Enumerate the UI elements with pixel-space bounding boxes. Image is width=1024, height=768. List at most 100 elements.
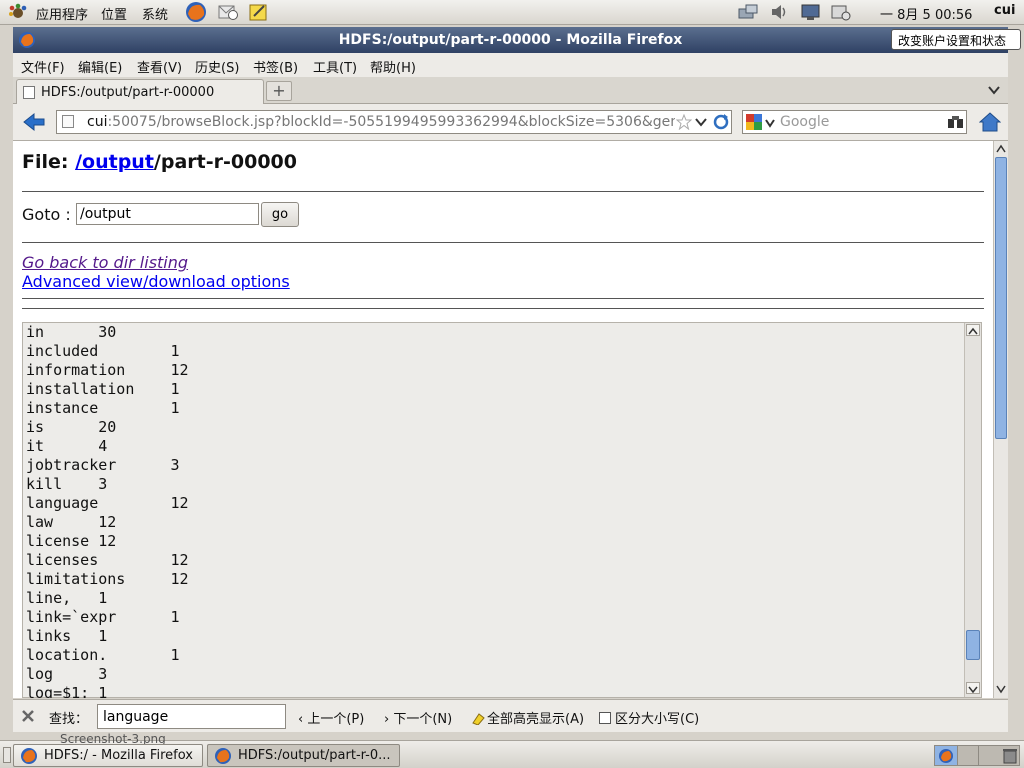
workspace-1[interactable] [935,746,957,765]
note-editor-launcher-icon[interactable] [249,3,269,21]
menu-edit[interactable]: 编辑(E) [78,57,122,76]
menubar: 文件(F) 编辑(E) 查看(V) 历史(S) 书签(B) 工具(T) 帮助(H… [13,53,1008,77]
close-find-icon[interactable] [21,709,35,723]
home-icon[interactable] [978,111,1002,133]
url-bar[interactable]: cui:50075/browseBlock.jsp?blockId=-50551… [56,110,732,134]
url-history-dropdown-icon[interactable] [695,116,707,128]
new-tab-button[interactable]: + [266,81,292,101]
search-bar[interactable]: Google [742,110,967,134]
tab-list-chevron-icon[interactable] [987,83,1001,97]
firefox-task-icon [21,748,37,764]
engine-dropdown-icon[interactable] [765,117,775,128]
window-title: HDFS:/output/part-r-00000 - Mozilla Fire… [338,32,683,48]
back-arrow-icon[interactable] [23,112,45,132]
tab-label: HDFS:/output/part-r-00000 [41,85,215,100]
file-name: /part-r-00000 [153,151,297,173]
textarea-scroll-thumb[interactable] [966,630,980,660]
divider [22,298,984,299]
menu-view[interactable]: 查看(V) [137,57,182,76]
reload-icon[interactable] [712,113,730,131]
account-tooltip: 改变账户设置和状态 [891,29,1021,50]
chevron-left-icon: ‹ [298,712,308,727]
page-scrollbar[interactable] [993,141,1008,698]
panel-username[interactable]: cui [994,3,1015,18]
find-previous-label: 上一个(P) [307,712,365,727]
show-desktop-icon[interactable] [3,747,11,763]
textarea-scrollbar[interactable] [964,323,981,697]
taskbar-item-hdfs-root[interactable]: HDFS:/ - Mozilla Firefox [13,744,203,767]
trash-icon[interactable] [1002,747,1018,764]
scroll-down-icon[interactable] [966,682,980,694]
tab-active[interactable]: HDFS:/output/part-r-00000 [16,79,264,104]
divider [22,242,984,243]
page-scroll-up-icon[interactable] [995,143,1007,155]
panel-menu-places[interactable]: 位置 [101,4,127,23]
window-titlebar[interactable]: HDFS:/output/part-r-00000 - Mozilla Fire… [13,27,1008,53]
firefox-workspace-icon [939,749,953,763]
taskbar-item-label: HDFS:/output/part-r-0... [238,748,391,763]
update-notifier-icon[interactable] [830,3,851,21]
find-bar: 查找： ‹ 上一个(P) › 下一个(N) 全部高亮显示(A) 区分大小写(C) [13,699,1008,732]
url-host: cui [87,114,108,130]
top-panel: 应用程序 位置 系统 一 8月 5 00:56 cui [0,0,1024,25]
find-label: 查找： [49,712,89,727]
find-previous-button[interactable]: ‹ 上一个(P) [298,708,364,727]
navigation-toolbar: cui:50075/browseBlock.jsp?blockId=-50551… [13,104,1008,141]
goto-input[interactable] [76,203,259,225]
panel-menu-applications[interactable]: 应用程序 [36,4,88,23]
gnome-foot-icon[interactable] [7,3,29,21]
divider [22,308,984,309]
file-content-textarea[interactable]: in 30 included 1 information 12 installa… [22,322,982,698]
page-content: File: /output/part-r-00000 Goto : go Go … [13,141,993,698]
workspace-switcher[interactable] [934,745,1020,766]
google-engine-icon[interactable] [746,114,764,130]
workspace-3[interactable] [978,746,999,765]
display-icon[interactable] [800,3,820,21]
match-case-checkbox[interactable]: 区分大小写(C) [599,708,699,727]
bottom-taskbar: Screenshot-3.png HDFS:/ - Mozilla Firefo… [0,732,1024,768]
highlight-all-button[interactable]: 全部高亮显示(A) [471,708,584,727]
firefox-task-icon [215,748,231,764]
go-button[interactable]: go [261,202,299,227]
page-scroll-thumb[interactable] [995,157,1007,439]
firefox-launcher-icon[interactable] [184,1,208,23]
output-dir-link[interactable]: /output [75,151,154,173]
back-to-dir-link[interactable]: Go back to dir listing [22,253,188,272]
file-label: File: [22,151,76,173]
file-content-text: in 30 included 1 information 12 installa… [26,323,189,698]
menu-tools[interactable]: 工具(T) [313,57,357,76]
highlighter-icon [472,713,485,726]
search-placeholder: Google [780,114,830,130]
bookmark-star-icon[interactable] [675,113,693,131]
panel-menu-system[interactable]: 系统 [142,4,168,23]
menu-bookmarks[interactable]: 书签(B) [253,57,298,76]
page-scroll-down-icon[interactable] [995,683,1007,695]
page-identity-icon[interactable] [62,115,74,128]
page-icon [23,86,35,99]
chevron-right-icon: › [384,712,394,727]
match-case-label: 区分大小写(C) [615,712,700,727]
menu-file[interactable]: 文件(F) [21,57,65,76]
taskbar-item-hdfs-output[interactable]: HDFS:/output/part-r-0... [207,744,400,767]
url-path: :50075/browseBlock.jsp?blockId=-50551994… [107,114,675,130]
page-title: File: /output/part-r-00000 [22,151,297,173]
find-next-label: 下一个(N) [393,712,453,727]
find-next-button[interactable]: › 下一个(N) [384,708,452,727]
goto-label: Goto : [22,205,71,224]
checkbox-box[interactable] [599,712,611,724]
workspace-2[interactable] [957,746,978,765]
panel-clock[interactable]: 一 8月 5 00:56 [880,4,972,23]
volume-icon[interactable] [770,3,790,21]
tabbar: HDFS:/output/part-r-00000 + [13,77,1008,104]
mail-clock-launcher-icon[interactable] [218,3,238,21]
advanced-options-link[interactable]: Advanced view/download options [22,272,290,291]
menu-help[interactable]: 帮助(H) [370,57,416,76]
divider [22,191,984,192]
taskbar-item-label: HDFS:/ - Mozilla Firefox [44,748,193,763]
scroll-up-icon[interactable] [966,324,980,336]
network-icon[interactable] [737,3,758,21]
highlight-all-label: 全部高亮显示(A) [487,712,585,727]
binoculars-search-icon[interactable] [947,114,965,130]
menu-history[interactable]: 历史(S) [195,57,239,76]
find-input[interactable] [97,704,286,729]
